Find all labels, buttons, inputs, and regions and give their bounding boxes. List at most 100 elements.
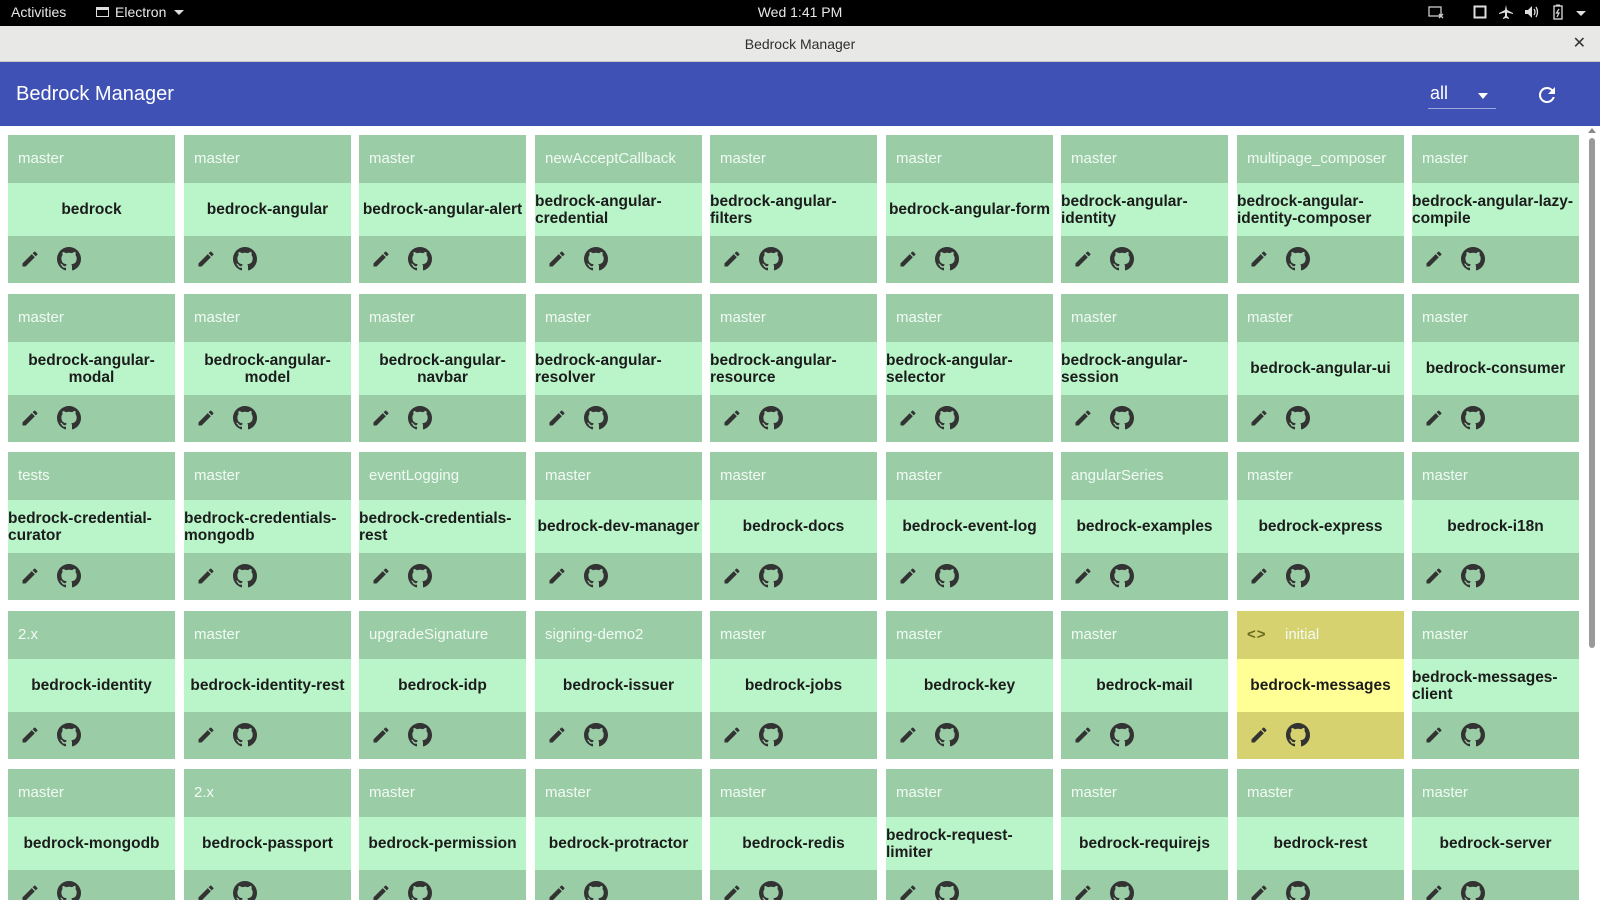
repo-name[interactable]: bedrock-docs [710,500,877,553]
repo-card[interactable]: master bedrock-angular-alert [359,135,526,283]
github-icon[interactable] [584,881,608,900]
repo-name[interactable]: bedrock-angular-lazy-compile [1412,183,1579,236]
repo-card[interactable]: master bedrock-angular-selector [886,294,1053,442]
repo-name[interactable]: bedrock [8,183,175,236]
repo-card[interactable]: master bedrock-protractor [535,769,702,900]
repo-card[interactable]: 2.x bedrock-passport [184,769,351,900]
pencil-icon[interactable] [898,725,918,745]
github-icon[interactable] [1286,723,1310,747]
repo-name[interactable]: bedrock-messages [1237,659,1404,712]
repo-card[interactable]: master bedrock-angular-session [1061,294,1228,442]
pencil-icon[interactable] [547,408,567,428]
pencil-icon[interactable] [1424,725,1444,745]
pencil-icon[interactable] [1073,883,1093,900]
repo-card[interactable]: master bedrock-redis [710,769,877,900]
repo-card[interactable]: master bedrock-permission [359,769,526,900]
repo-card[interactable]: multipage_composer bedrock-angular-identi… [1237,135,1404,283]
repo-name[interactable]: bedrock-angular-ui [1237,342,1404,395]
pencil-icon[interactable] [1249,725,1269,745]
vertical-scrollbar[interactable] [1584,126,1600,900]
github-icon[interactable] [584,564,608,588]
github-icon[interactable] [759,564,783,588]
repo-card[interactable]: upgradeSignature bedrock-idp [359,611,526,759]
repo-name[interactable]: bedrock-permission [359,817,526,870]
github-icon[interactable] [1110,881,1134,900]
github-icon[interactable] [408,406,432,430]
github-icon[interactable] [1110,247,1134,271]
pencil-icon[interactable] [898,566,918,586]
pencil-icon[interactable] [20,883,40,900]
repo-card[interactable]: master bedrock-requirejs [1061,769,1228,900]
repo-card[interactable]: master bedrock-rest [1237,769,1404,900]
repo-card[interactable]: master bedrock-messages-client [1412,611,1579,759]
repo-card[interactable]: master bedrock-angular-navbar [359,294,526,442]
volume-icon[interactable] [1524,5,1540,22]
repo-card[interactable]: master bedrock-key [886,611,1053,759]
repo-name[interactable]: bedrock-request-limiter [886,817,1053,870]
repo-name[interactable]: bedrock-consumer [1412,342,1579,395]
repo-name[interactable]: bedrock-key [886,659,1053,712]
github-icon[interactable] [1110,406,1134,430]
repo-card[interactable]: tests bedrock-credential-curator [8,452,175,600]
repo-name[interactable]: bedrock-messages-client [1412,659,1579,712]
pencil-icon[interactable] [20,249,40,269]
repo-card[interactable]: master bedrock-event-log [886,452,1053,600]
pencil-icon[interactable] [196,249,216,269]
repo-card[interactable]: master bedrock-i18n [1412,452,1579,600]
pencil-icon[interactable] [1073,725,1093,745]
repo-card[interactable]: master bedrock-angular-identity [1061,135,1228,283]
pencil-icon[interactable] [1424,883,1444,900]
repo-card[interactable]: master bedrock-angular [184,135,351,283]
pencil-icon[interactable] [371,883,391,900]
repo-card[interactable]: master bedrock-jobs [710,611,877,759]
repo-name[interactable]: bedrock-angular-form [886,183,1053,236]
pencil-icon[interactable] [1073,249,1093,269]
pencil-icon[interactable] [1073,408,1093,428]
repo-name[interactable]: bedrock-angular-model [184,342,351,395]
pencil-icon[interactable] [547,566,567,586]
repo-card[interactable]: master bedrock-mongodb [8,769,175,900]
pencil-icon[interactable] [1424,566,1444,586]
pencil-icon[interactable] [1424,408,1444,428]
pencil-icon[interactable] [1249,408,1269,428]
pencil-icon[interactable] [20,725,40,745]
github-icon[interactable] [1286,406,1310,430]
chevron-down-icon[interactable] [1576,11,1586,16]
github-icon[interactable] [584,247,608,271]
repo-card[interactable]: 2.x bedrock-identity [8,611,175,759]
github-icon[interactable] [408,247,432,271]
repo-name[interactable]: bedrock-angular-resolver [535,342,702,395]
github-icon[interactable] [233,247,257,271]
pencil-icon[interactable] [722,883,742,900]
scrollbar-thumb[interactable] [1589,138,1595,648]
repo-name[interactable]: bedrock-identity-rest [184,659,351,712]
repo-card[interactable]: master bedrock-identity-rest [184,611,351,759]
github-icon[interactable] [233,564,257,588]
pencil-icon[interactable] [898,408,918,428]
repo-name[interactable]: bedrock-angular-identity-composer [1237,183,1404,236]
github-icon[interactable] [1461,881,1485,900]
github-icon[interactable] [57,247,81,271]
pencil-icon[interactable] [1249,883,1269,900]
close-icon[interactable]: ✕ [1573,33,1586,53]
repo-card[interactable]: master bedrock-mail [1061,611,1228,759]
pencil-icon[interactable] [196,566,216,586]
github-icon[interactable] [759,247,783,271]
repo-name[interactable]: bedrock-angular [184,183,351,236]
repo-name[interactable]: bedrock-idp [359,659,526,712]
pencil-icon[interactable] [547,883,567,900]
github-icon[interactable] [408,723,432,747]
repo-card[interactable]: master bedrock-consumer [1412,294,1579,442]
github-icon[interactable] [935,406,959,430]
repo-card[interactable]: master bedrock [8,135,175,283]
repo-name[interactable]: bedrock-angular-session [1061,342,1228,395]
repo-name[interactable]: bedrock-angular-credential [535,183,702,236]
repo-name[interactable]: bedrock-credentials-rest [359,500,526,553]
repo-name[interactable]: bedrock-requirejs [1061,817,1228,870]
github-icon[interactable] [408,564,432,588]
pencil-icon[interactable] [1249,566,1269,586]
repo-name[interactable]: bedrock-credential-curator [8,500,175,553]
github-icon[interactable] [408,881,432,900]
scroll-up-arrow[interactable] [1588,128,1596,133]
github-icon[interactable] [1461,564,1485,588]
